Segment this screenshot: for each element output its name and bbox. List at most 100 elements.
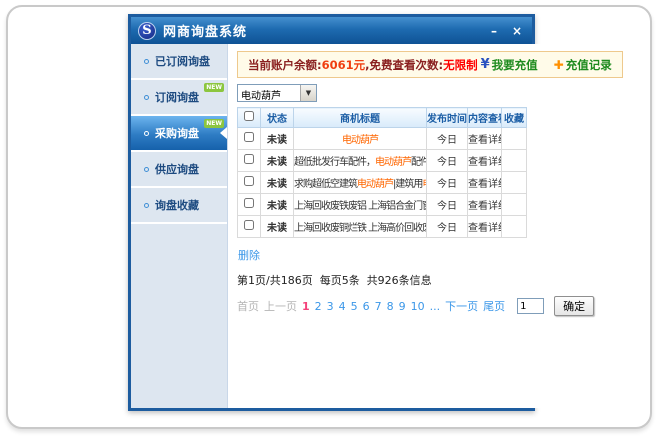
close-button[interactable]: × — [512, 25, 522, 37]
page-info: 第1页/共186页 每页5条 共926条信息 — [237, 272, 623, 288]
ellipsis: ... — [430, 300, 441, 313]
sidebar: 已订阅询盘 订阅询盘 NEW 采购询盘 NEW 供应询盘 询盘收藏 — [131, 44, 228, 408]
keyword-highlight: 电动葫芦 — [357, 179, 393, 190]
sidebar-item-label: 已订阅询盘 — [155, 53, 210, 69]
bullet-icon — [144, 203, 149, 208]
header-view: 内容查看 — [468, 108, 502, 128]
chevron-down-icon: ▼ — [300, 85, 316, 101]
sidebar-item-label: 采购询盘 — [155, 125, 199, 141]
title-text: 超低批发行车配件， — [294, 157, 375, 168]
page-link-7[interactable]: 7 — [375, 300, 382, 313]
balance-label: 当前账户余额: — [248, 57, 322, 73]
plus-icon: ✚ — [554, 58, 564, 72]
window-title: 网商询盘系统 — [163, 21, 247, 40]
row-view-link[interactable]: 查看详细 — [468, 216, 502, 238]
page-link-3[interactable]: 3 — [327, 300, 334, 313]
recharge-link[interactable]: 我要充值 — [492, 57, 538, 73]
category-dropdown[interactable]: 电动葫芦 ▼ — [237, 84, 317, 102]
app-window: S 网商询盘系统 – × 已订阅询盘 订阅询盘 NEW 采购询盘 NEW 供应询… — [128, 14, 535, 411]
yen-icon: ¥ — [481, 57, 490, 72]
sidebar-item-supply-inquiries[interactable]: 供应询盘 — [131, 152, 227, 188]
page-link-1[interactable]: 1 — [302, 300, 310, 313]
first-page-link[interactable]: 首页 — [237, 298, 259, 314]
goto-page-input[interactable] — [517, 298, 544, 314]
row-checkbox[interactable] — [244, 198, 254, 208]
row-time: 今日 — [427, 128, 468, 150]
table-row: 未读 上海回收废铁废铝 上海铝合金门窗回收 上 今日 查看详细 — [238, 194, 527, 216]
row-checkbox[interactable] — [244, 220, 254, 230]
row-title[interactable]: 求购超低空建筑电动葫芦|建筑用电动葫芦 — [294, 172, 427, 194]
keyword-highlight: 电动葫芦 — [342, 135, 378, 146]
app-logo-icon: S — [138, 22, 156, 40]
balance-value: 6061元 — [322, 57, 366, 73]
sidebar-item-label: 询盘收藏 — [155, 197, 199, 213]
confirm-button[interactable]: 确定 — [554, 296, 594, 316]
page-link-10[interactable]: 10 — [411, 300, 425, 313]
last-page-link[interactable]: 尾页 — [483, 298, 505, 314]
row-favorite-cell — [502, 128, 527, 150]
row-time: 今日 — [427, 172, 468, 194]
bullet-icon — [144, 95, 149, 100]
titlebar: S 网商询盘系统 – × — [131, 17, 532, 44]
filter-row: 电动葫芦 ▼ — [237, 84, 623, 102]
select-all-checkbox[interactable] — [244, 111, 254, 121]
title-text: 上海回收废铜烂铁 上海高价回收废旧电线 — [294, 223, 427, 234]
title-text: 求购超低空建筑 — [294, 179, 357, 190]
row-time: 今日 — [427, 194, 468, 216]
page-link-8[interactable]: 8 — [387, 300, 394, 313]
title-text: |建筑用 — [393, 179, 422, 190]
sidebar-item-purchase-inquiries[interactable]: 采购询盘 NEW — [131, 116, 227, 152]
prev-page-link[interactable]: 上一页 — [264, 298, 297, 314]
keyword-highlight: 电动葫芦 — [422, 179, 426, 190]
page-number-links: 123456789 10 — [302, 300, 425, 313]
pagination: 首页 上一页 123456789 10 ... 下一页 尾页 确定 — [237, 296, 623, 316]
main-area: 已订阅询盘 订阅询盘 NEW 采购询盘 NEW 供应询盘 询盘收藏 — [131, 44, 532, 408]
header-time: 发布时间 — [427, 108, 468, 128]
bullet-icon — [144, 59, 149, 64]
page-link-6[interactable]: 6 — [363, 300, 370, 313]
row-view-link[interactable]: 查看详细 — [468, 172, 502, 194]
row-status: 未读 — [261, 194, 294, 216]
sidebar-item-label: 供应询盘 — [155, 161, 199, 177]
page-link-9[interactable]: 9 — [399, 300, 406, 313]
table-row: 未读 电动葫芦 今日 查看详细 — [238, 128, 527, 150]
minimize-button[interactable]: – — [491, 25, 497, 37]
new-badge: NEW — [204, 83, 224, 92]
bullet-icon — [144, 131, 149, 136]
new-badge: NEW — [204, 119, 224, 128]
bullet-icon — [144, 167, 149, 172]
recharge-record-link[interactable]: 充值记录 — [566, 57, 612, 73]
title-text: 配件。 — [411, 157, 427, 168]
row-checkbox[interactable] — [244, 132, 254, 142]
row-checkbox[interactable] — [244, 154, 254, 164]
header-status: 状态 — [261, 108, 294, 128]
page-link-5[interactable]: 5 — [351, 300, 358, 313]
row-title[interactable]: 上海回收废铜烂铁 上海高价回收废旧电线 — [294, 216, 427, 238]
page-link-4[interactable]: 4 — [339, 300, 346, 313]
row-view-link[interactable]: 查看详细 — [468, 128, 502, 150]
inquiry-table: 状态 商机标题 发布时间 内容查看 收藏 未读 电动葫芦 今日 查看详细 — [237, 107, 527, 238]
row-title[interactable]: 电动葫芦 — [294, 128, 427, 150]
delete-link[interactable]: 删除 — [238, 247, 260, 263]
row-title[interactable]: 超低批发行车配件，电动葫芦配件。 — [294, 150, 427, 172]
keyword-highlight: 电动葫芦 — [375, 157, 411, 168]
table-row: 未读 上海回收废铜烂铁 上海高价回收废旧电线 今日 查看详细 — [238, 216, 527, 238]
row-title[interactable]: 上海回收废铁废铝 上海铝合金门窗回收 上 — [294, 194, 427, 216]
row-status: 未读 — [261, 150, 294, 172]
page-link-2[interactable]: 2 — [315, 300, 322, 313]
row-favorite-cell — [502, 216, 527, 238]
sidebar-item-subscribed-inquiries[interactable]: 已订阅询盘 — [131, 44, 227, 80]
sidebar-item-label: 订阅询盘 — [155, 89, 199, 105]
row-checkbox[interactable] — [244, 176, 254, 186]
content-area: 当前账户余额: 6061元 ,免费查看次数: 无限制 ¥ 我要充值 ✚ 充值记录… — [228, 44, 632, 408]
account-balance-bar: 当前账户余额: 6061元 ,免费查看次数: 无限制 ¥ 我要充值 ✚ 充值记录 — [237, 51, 623, 78]
row-view-link[interactable]: 查看详细 — [468, 150, 502, 172]
category-dropdown-value: 电动葫芦 — [238, 85, 300, 101]
row-view-link[interactable]: 查看详细 — [468, 194, 502, 216]
free-views-value: 无限制 — [443, 57, 478, 73]
sidebar-item-inquiry-favorites[interactable]: 询盘收藏 — [131, 188, 227, 224]
row-status: 未读 — [261, 216, 294, 238]
sidebar-item-subscribe-inquiries[interactable]: 订阅询盘 NEW — [131, 80, 227, 116]
next-page-link[interactable]: 下一页 — [445, 298, 478, 314]
header-title: 商机标题 — [294, 108, 427, 128]
